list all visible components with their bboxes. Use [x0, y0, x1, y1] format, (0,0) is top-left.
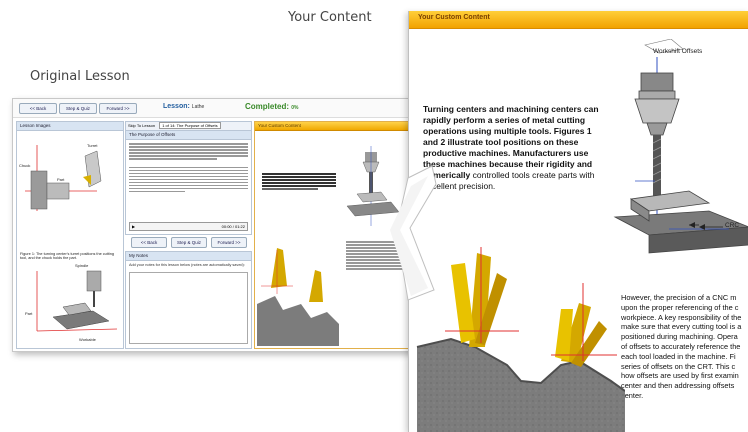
para2-line: upon the proper referencing of the c	[621, 302, 739, 312]
mini-custom-content-panel: Your Custom Content	[254, 121, 414, 349]
para2-line: center and then addressing offsets	[621, 381, 735, 391]
para2-line: workpiece. A key responsibility of the	[621, 312, 742, 322]
chuck-label: Chuck	[19, 163, 30, 168]
back-button[interactable]: << Back	[19, 103, 57, 114]
original-lesson-caption: Original Lesson	[30, 69, 130, 84]
notes-hint: Add your notes for this lesson below (no…	[129, 263, 245, 267]
notes-textarea[interactable]	[129, 272, 248, 344]
para2-line: make sure that every cutting tool is a	[621, 322, 742, 332]
mini-para2	[343, 240, 411, 271]
turret-label: Turret	[87, 143, 98, 148]
crc-arrow-icon	[699, 224, 723, 230]
bottom-nav: << Back Step & Quiz Forward >>	[125, 237, 250, 248]
lesson-images-title: Lesson Images	[17, 122, 123, 131]
para2-line: how offsets are used by first examin	[621, 371, 739, 381]
intro-bold-text: Turning centers and machining centers ca…	[423, 104, 599, 180]
step-quiz-button[interactable]: Step & Quiz	[59, 103, 97, 114]
para2-line: each tool loaded in the machine. Fi	[621, 351, 736, 361]
mini-custom-content-title: Your Custom Content	[255, 122, 413, 131]
para2-line: center.	[621, 390, 644, 400]
lesson-label: Lesson: Lathe	[163, 103, 204, 110]
your-content-caption: Your Content	[288, 10, 372, 25]
lesson-text-panel: Skip To Lesson 1 of 14: The Purpose of O…	[125, 121, 252, 235]
left-cutter-icon	[445, 247, 519, 347]
spindle-label: Spindle	[75, 263, 89, 268]
custom-content-enlarged: Your Custom Content Turning centers and …	[408, 11, 748, 432]
custom-content-header: Your Custom Content	[409, 11, 748, 29]
completed-value: 0%	[291, 105, 299, 111]
lesson-body-text	[126, 140, 251, 193]
mini-para1	[259, 172, 339, 191]
part-label-2: Part	[25, 311, 33, 316]
lesson-value: Lathe	[191, 104, 205, 110]
completed-label: Completed: 0%	[245, 102, 298, 111]
tool-paths-figure	[416, 247, 625, 432]
mini-machining-figure	[346, 146, 400, 226]
para2-line: However, the precision of a CNC m	[621, 293, 737, 302]
para2-line: positioned during machining. Opera	[621, 332, 738, 342]
lesson-figures: Chuck Part Turret Spindle Workable Part	[19, 143, 118, 342]
completed-label-text: Completed:	[245, 102, 289, 111]
lesson-select[interactable]: 1 of 14: The Purpose of Offsets	[159, 122, 221, 129]
workable-label: Workable	[79, 337, 97, 342]
skip-to-lesson-label: Skip To Lesson	[128, 123, 156, 128]
lesson-toolbar: << Back Step & Quiz Forward >> Lesson: L…	[13, 99, 415, 118]
lesson-images-panel: Lesson Images Chuck Part Turret Spindle …	[16, 121, 124, 349]
lesson-label-text: Lesson:	[163, 103, 190, 110]
precision-paragraph: However, the precision of a CNC m upon t…	[621, 293, 748, 401]
para2-line: series of offsets on the CRT. This c	[621, 361, 736, 371]
my-notes-title: My Notes	[126, 252, 251, 261]
custom-content-title: Your Custom Content	[418, 14, 490, 21]
my-notes-panel: My Notes Add your notes for this lesson …	[125, 251, 252, 349]
crc-label: CRC	[725, 222, 740, 229]
intro-paragraph: Turning centers and machining centers ca…	[423, 104, 601, 192]
play-icon[interactable]: ▶	[132, 224, 135, 229]
audio-player[interactable]: ▶ 00:00 / 01:22	[129, 222, 248, 231]
skip-to-lesson-bar: Skip To Lesson 1 of 14: The Purpose of O…	[126, 122, 251, 131]
workshift-offsets-label: Workshift Offsets	[653, 48, 703, 55]
right-cutter-icon	[551, 283, 617, 367]
forward-button[interactable]: Forward >>	[99, 103, 137, 114]
bottom-back-button[interactable]: << Back	[131, 237, 167, 248]
figure-caption: Figure 1: The turning center's turret po…	[20, 252, 114, 260]
audio-time: 00:00 / 01:22	[221, 224, 245, 229]
mini-tool-paths-figure	[257, 248, 339, 346]
para2-line: of offsets to accurately reference the	[621, 341, 741, 351]
section-title: The Purpose of Offsets	[126, 131, 251, 140]
part-label: Part	[57, 177, 65, 182]
bottom-forward-button[interactable]: Forward >>	[211, 237, 247, 248]
bottom-step-quiz-button[interactable]: Step & Quiz	[171, 237, 207, 248]
original-lesson-screenshot: << Back Step & Quiz Forward >> Lesson: L…	[12, 98, 416, 352]
